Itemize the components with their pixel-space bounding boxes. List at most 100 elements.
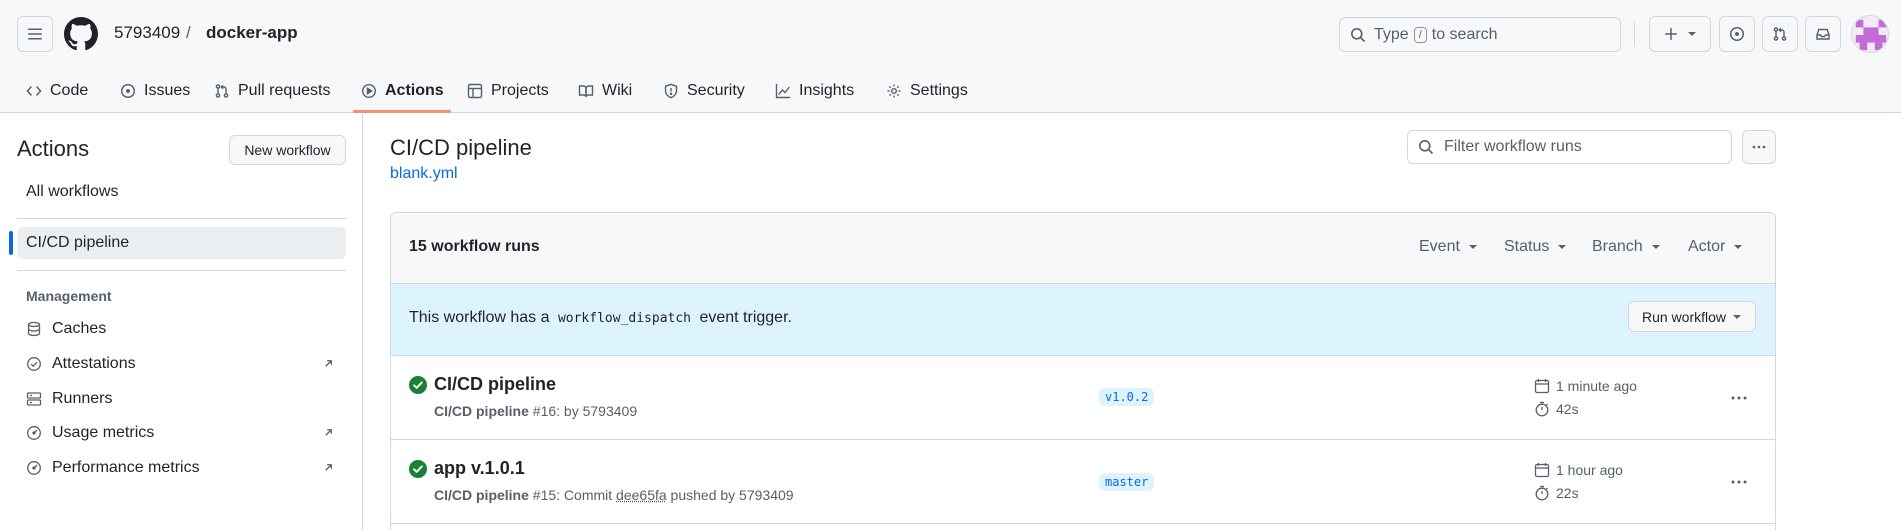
plus-icon <box>1665 28 1677 40</box>
sidebar-item-all-workflows[interactable]: All workflows <box>17 176 346 208</box>
search-icon <box>1351 27 1366 42</box>
tab-code[interactable]: Code <box>18 68 96 113</box>
tab-issues[interactable]: Issues <box>112 68 198 113</box>
tab-settings[interactable]: Settings <box>878 68 976 113</box>
hamburger-icon <box>28 28 42 40</box>
calendar-icon <box>1534 463 1550 478</box>
meter-icon <box>27 426 41 440</box>
run-when: 1 hour ago <box>1556 462 1623 478</box>
triangle-down-icon <box>1688 32 1696 36</box>
repo-tabs: Code Issues Pull requests Actions Projec… <box>0 68 1901 113</box>
tab-wiki[interactable]: Wiki <box>570 68 640 113</box>
run-created-time: 1 hour ago <box>1534 462 1623 478</box>
management-heading: Management <box>26 288 112 304</box>
tab-actions[interactable]: Actions <box>353 68 452 113</box>
gear-icon <box>887 84 901 97</box>
sidebar-item-label: Performance metrics <box>52 459 200 476</box>
workflow-file-link[interactable]: blank.yml <box>390 165 458 183</box>
search-icon <box>1419 140 1434 155</box>
sidebar-item-usage-metrics[interactable]: Usage metrics <box>17 418 346 448</box>
run-workflow-label: Run workflow <box>1641 308 1727 325</box>
commit-sha-link[interactable]: dee65fa <box>616 487 667 503</box>
run-workflow-name: CI/CD pipeline <box>434 403 529 419</box>
run-detail: #16: by 5793409 <box>532 403 638 419</box>
sidebar-item-caches[interactable]: Caches <box>17 314 346 344</box>
triangle-down-icon <box>1651 245 1660 249</box>
run-when: 1 minute ago <box>1556 378 1637 394</box>
link-external-icon <box>325 464 332 471</box>
repo-owner-link[interactable]: 5793409 <box>114 22 180 44</box>
tab-label: Actions <box>385 81 444 99</box>
facet-label: Branch <box>1592 238 1643 255</box>
triangle-down-icon <box>1468 245 1477 249</box>
search-suffix: to search <box>1431 25 1498 43</box>
run-created-time: 1 minute ago <box>1534 378 1637 394</box>
new-workflow-button[interactable]: New workflow <box>229 135 346 165</box>
calendar-icon <box>1534 379 1550 394</box>
table-icon <box>467 83 483 98</box>
book-icon <box>578 84 594 97</box>
filter-status-dropdown[interactable]: Status <box>1504 238 1567 256</box>
play-icon <box>361 83 377 98</box>
sidebar-item-label: Caches <box>52 320 107 337</box>
branch-label[interactable]: v1.0.2 <box>1099 388 1155 406</box>
verified-icon <box>27 357 41 371</box>
user-avatar[interactable] <box>1851 15 1889 53</box>
tab-security[interactable]: Security <box>655 68 753 113</box>
filter-event-dropdown[interactable]: Event <box>1419 238 1478 256</box>
link-external-icon <box>325 360 332 367</box>
run-meta: CI/CD pipeline #15: Commit dee65fa pushe… <box>434 487 794 503</box>
sidebar-item-attestations[interactable]: Attestations <box>17 349 346 379</box>
menu-button[interactable] <box>17 16 53 52</box>
your-issues-button[interactable] <box>1719 16 1755 52</box>
kebab-horizontal-icon[interactable] <box>1730 391 1748 405</box>
banner-text-after: event trigger. <box>699 309 792 326</box>
tab-label: Security <box>687 81 745 99</box>
check-circle-fill-icon <box>409 460 427 478</box>
banner-text-before: This workflow has a <box>409 309 550 326</box>
workflow-run-row[interactable]: app v.1.0.1 CI/CD pipeline #15: Commit d… <box>391 440 1775 524</box>
run-title-link[interactable]: CI/CD pipeline <box>434 374 556 395</box>
repo-name-link[interactable]: docker-app <box>206 22 298 44</box>
tab-insights[interactable]: Insights <box>767 68 862 113</box>
workflow-run-row[interactable]: CI/CD pipeline CI/CD pipeline #16: by 57… <box>391 356 1775 440</box>
tab-pull-requests[interactable]: Pull requests <box>206 68 339 113</box>
filter-actor-dropdown[interactable]: Actor <box>1688 238 1743 256</box>
sidebar-item-cicd-pipeline[interactable]: CI/CD pipeline <box>17 227 346 259</box>
run-duration-value: 42s <box>1556 401 1579 417</box>
banner-code: workflow_dispatch <box>557 311 692 326</box>
kebab-horizontal-icon[interactable] <box>1730 475 1748 489</box>
create-new-button[interactable] <box>1649 16 1711 52</box>
sidebar-item-label: Attestations <box>52 355 136 372</box>
filter-branch-dropdown[interactable]: Branch <box>1592 238 1661 256</box>
notifications-button[interactable] <box>1805 16 1841 52</box>
tab-projects[interactable]: Projects <box>459 68 557 113</box>
run-workflow-button[interactable]: Run workflow <box>1628 301 1756 332</box>
branch-label[interactable]: master <box>1099 473 1155 491</box>
inbox-icon <box>1816 28 1830 40</box>
database-icon <box>27 321 41 337</box>
divider <box>17 270 346 271</box>
sidebar-title: Actions <box>17 136 90 161</box>
tab-label: Issues <box>144 81 191 99</box>
global-search-input[interactable]: Type / to search <box>1339 17 1621 52</box>
facet-label: Event <box>1419 238 1460 255</box>
sidebar-item-runners[interactable]: Runners <box>17 384 346 414</box>
tab-label: Pull requests <box>238 81 331 99</box>
your-pull-requests-button[interactable] <box>1762 16 1798 52</box>
sidebar-item-performance-metrics[interactable]: Performance metrics <box>17 453 346 483</box>
facet-label: Status <box>1504 238 1550 255</box>
server-icon <box>26 392 42 406</box>
graph-icon <box>775 83 791 98</box>
search-shortcut-key: / <box>1413 26 1427 43</box>
github-logo-icon[interactable] <box>64 17 98 51</box>
run-title-link[interactable]: app v.1.0.1 <box>434 458 525 479</box>
facet-label: Actor <box>1688 238 1726 255</box>
check-circle-fill-icon <box>409 376 427 394</box>
tab-label: Insights <box>799 81 855 99</box>
run-duration-value: 22s <box>1556 485 1579 501</box>
meter-icon <box>27 461 41 475</box>
workflow-options-button[interactable] <box>1742 130 1776 164</box>
filter-workflow-runs-input[interactable]: Filter workflow runs <box>1407 130 1732 164</box>
tab-label: Settings <box>910 81 968 99</box>
